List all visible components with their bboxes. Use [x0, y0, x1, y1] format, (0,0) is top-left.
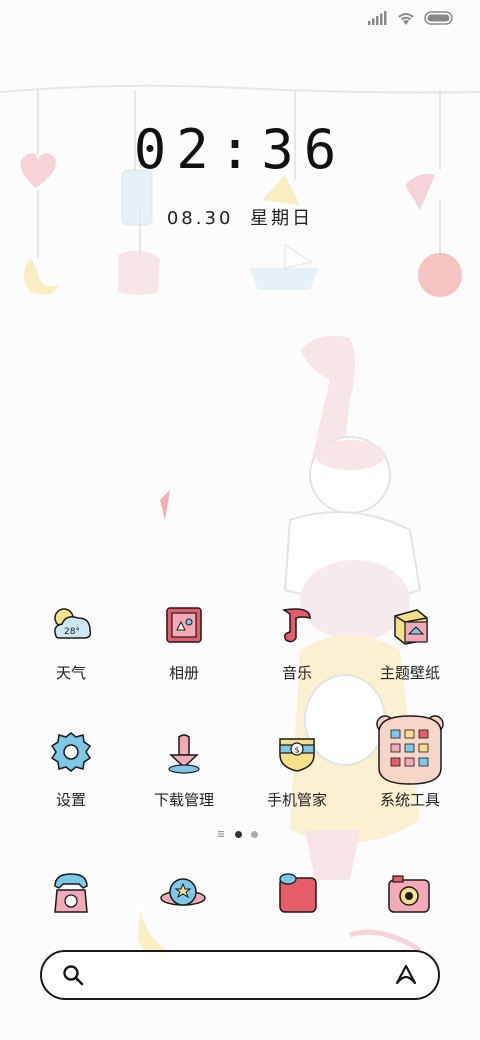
lockscreen-clock[interactable]: 02:36 — [0, 118, 480, 181]
menu-dot-icon — [218, 831, 224, 837]
weather-icon: 28° — [54, 608, 92, 639]
weekday-label: 星期日 — [250, 208, 314, 229]
settings-icon — [50, 732, 92, 772]
app-label: 下载管理 — [153, 791, 214, 809]
search-icon[interactable] — [62, 964, 84, 986]
browser-icon[interactable] — [153, 864, 213, 924]
app-label: 相册 — [168, 664, 199, 682]
app-label: 系统工具 — [379, 791, 440, 809]
app-label: 主题壁纸 — [379, 664, 440, 682]
phone-icon[interactable] — [41, 864, 101, 924]
app-music[interactable]: 音乐 — [247, 600, 347, 683]
app-security[interactable]: $ 手机管家 — [247, 727, 347, 810]
app-settings[interactable]: 设置 — [21, 727, 121, 810]
themes-icon — [394, 609, 428, 645]
folder-icon[interactable] — [373, 712, 447, 786]
app-label: 设置 — [55, 791, 86, 809]
security-icon: $ — [279, 738, 315, 772]
date-label: 08.30 — [166, 208, 234, 229]
page-dot-active — [235, 830, 242, 838]
weather-temp: 28° — [64, 627, 80, 637]
download-icon — [168, 734, 200, 774]
battery-icon — [424, 11, 453, 25]
app-themes[interactable]: 主题壁纸 — [360, 600, 460, 683]
gallery-icon — [166, 607, 202, 643]
app-weather[interactable]: 28° 天气 — [21, 600, 121, 683]
messages-icon[interactable] — [268, 864, 328, 924]
app-gallery[interactable]: 相册 — [134, 600, 234, 683]
page-dot — [251, 830, 258, 838]
app-label: 音乐 — [281, 664, 312, 682]
status-bar — [0, 0, 480, 40]
music-icon — [281, 608, 311, 643]
svg-text:$: $ — [294, 746, 299, 755]
camera-icon[interactable] — [379, 864, 439, 924]
app-downloads[interactable]: 下载管理 — [134, 727, 234, 810]
signal-icon — [368, 11, 387, 25]
page-indicator[interactable] — [218, 830, 258, 838]
assistant-icon[interactable] — [394, 963, 418, 987]
wifi-icon — [398, 13, 414, 25]
search-bar[interactable] — [40, 950, 440, 1000]
date-row: 08.30 星期日 — [0, 204, 480, 230]
app-label: 手机管家 — [266, 791, 327, 809]
app-label: 天气 — [55, 664, 86, 682]
